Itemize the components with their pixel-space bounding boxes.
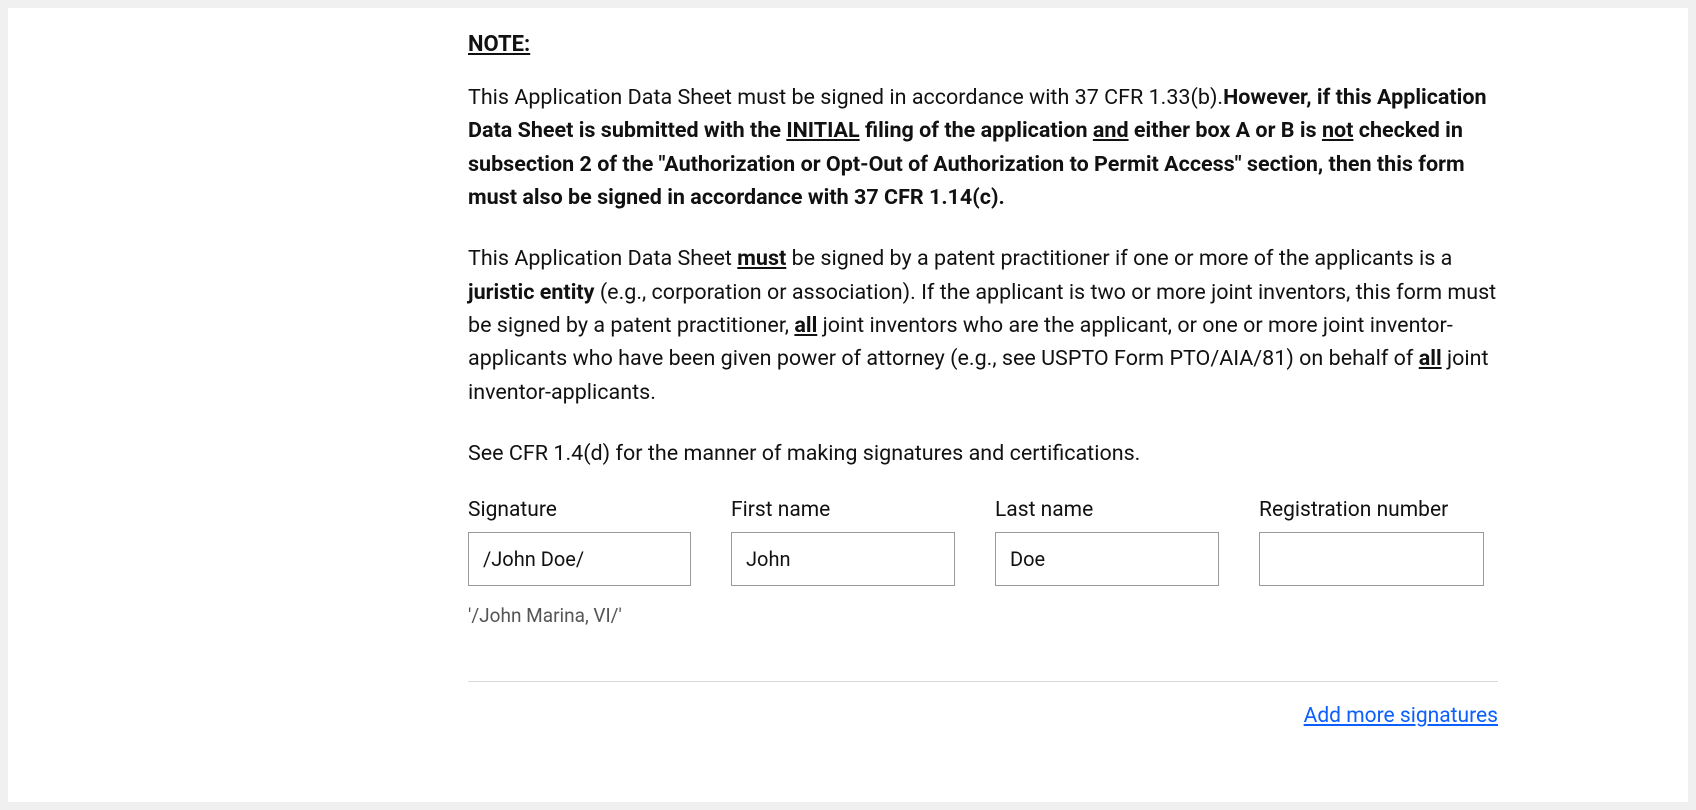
note-paragraph-2: This Application Data Sheet must be sign…	[468, 242, 1498, 409]
first-name-label: First name	[731, 498, 955, 522]
registration-number-group: Registration number	[1259, 498, 1484, 627]
last-name-label: Last name	[995, 498, 1219, 522]
note-p2-a: This Application Data Sheet	[468, 246, 737, 271]
last-name-group: Last name	[995, 498, 1219, 627]
signature-hint: '/John Marina, VI/'	[468, 604, 691, 627]
first-name-input[interactable]	[731, 532, 955, 586]
note-p2-all1: all	[794, 313, 817, 338]
add-more-signatures-link[interactable]: Add more signatures	[468, 704, 1498, 728]
note-paragraph-1: This Application Data Sheet must be sign…	[468, 81, 1498, 214]
signature-input[interactable]	[468, 532, 691, 586]
note-p1-bold-b: filing of the application	[860, 118, 1093, 143]
first-name-group: First name	[731, 498, 955, 627]
note-p1-not: not	[1322, 118, 1353, 143]
note-heading: NOTE:	[468, 32, 1498, 57]
note-p1-and: and	[1093, 118, 1129, 143]
content-region: NOTE: This Application Data Sheet must b…	[468, 32, 1498, 728]
signature-label: Signature	[468, 498, 691, 522]
registration-number-input[interactable]	[1259, 532, 1484, 586]
note-p2-b: be signed by a patent practitioner if on…	[786, 246, 1452, 271]
note-p2-juristic: juristic entity	[468, 280, 594, 305]
signature-group: Signature '/John Marina, VI/'	[468, 498, 691, 627]
note-p2-must: must	[737, 246, 786, 271]
note-p1-intro: This Application Data Sheet must be sign…	[468, 85, 1223, 110]
note-p1-initial: INITIAL	[786, 118, 859, 143]
note-p2-all2: all	[1419, 346, 1442, 371]
registration-number-label: Registration number	[1259, 498, 1484, 522]
last-name-input[interactable]	[995, 532, 1219, 586]
note-p1-bold-c: either box A or B is	[1129, 118, 1322, 143]
note-paragraph-3: See CFR 1.4(d) for the manner of making …	[468, 437, 1498, 470]
page-container: NOTE: This Application Data Sheet must b…	[8, 8, 1688, 802]
section-divider	[468, 681, 1498, 682]
signature-form-row: Signature '/John Marina, VI/' First name…	[468, 498, 1498, 627]
